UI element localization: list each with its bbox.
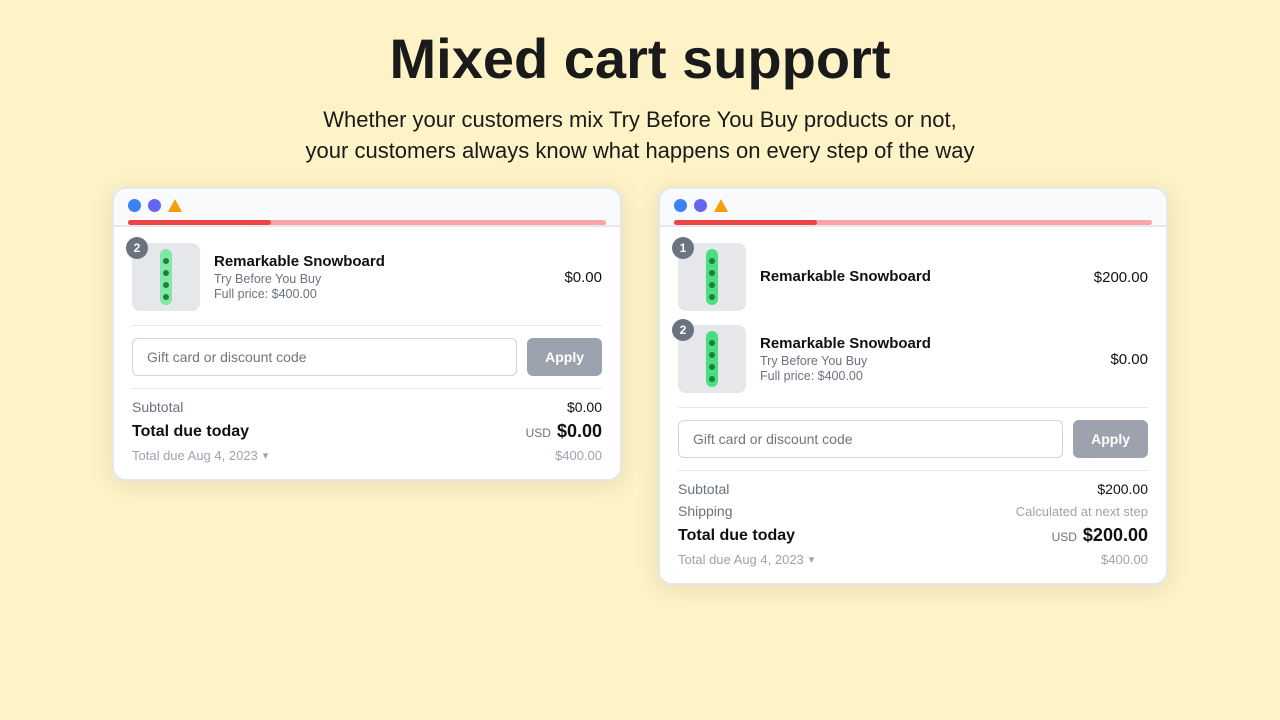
- subtotal-value-left: $0.00: [567, 399, 602, 415]
- titlebar-left: [114, 189, 620, 227]
- subtotal-label-left: Subtotal: [132, 399, 183, 415]
- discount-input-right[interactable]: [678, 420, 1063, 458]
- hero-subtitle: Whether your customers mix Try Before Yo…: [306, 104, 975, 168]
- divider-right-1: [678, 407, 1148, 408]
- subtotal-row-right: Subtotal $200.00: [678, 481, 1148, 497]
- product-price-right-1: $200.00: [1094, 269, 1148, 286]
- dot-triangle-right: [714, 199, 728, 212]
- future-due-label-left: Total due Aug 4, 2023 ▾: [132, 448, 268, 463]
- total-value-group-left: USD $0.00: [526, 421, 602, 442]
- subtotal-row-left: Subtotal $0.00: [132, 399, 602, 415]
- page-title: Mixed cart support: [306, 28, 975, 90]
- hero-section: Mixed cart support Whether your customer…: [226, 0, 1055, 187]
- cart-mockup-right: 1 Remarkable Snowboard $200.00: [658, 187, 1168, 585]
- chevron-down-icon-right: ▾: [809, 553, 815, 566]
- product-price-left: $0.00: [564, 269, 602, 286]
- progress-fill-left: [128, 220, 271, 225]
- product-item-right-1: 1 Remarkable Snowboard $200.00: [678, 243, 1148, 311]
- shipping-value-right: Calculated at next step: [1016, 504, 1148, 519]
- subtotal-label-right: Subtotal: [678, 481, 729, 497]
- total-row-left: Total due today USD $0.00: [132, 421, 602, 442]
- future-due-label-right: Total due Aug 4, 2023 ▾: [678, 552, 814, 567]
- mockups-row: 2 Remarkable Snowboard Try Before You Bu…: [0, 187, 1280, 585]
- dot-indigo-left: [148, 199, 161, 212]
- total-row-right: Total due today USD $200.00: [678, 525, 1148, 546]
- product-full-price-left: Full price: $400.00: [214, 287, 550, 301]
- window-dots-left: [128, 199, 606, 212]
- future-due-value-right: $400.00: [1101, 552, 1148, 567]
- product-item-right-2: 2 Remarkable Snowboard Try Before You Bu…: [678, 325, 1148, 393]
- cart-content-left: 2 Remarkable Snowboard Try Before You Bu…: [114, 227, 620, 479]
- product-image-wrap-left: 2: [132, 243, 200, 311]
- total-value-right: $200.00: [1083, 525, 1148, 546]
- snowboard-svg-right-1: [688, 247, 736, 307]
- discount-row-left[interactable]: Apply: [132, 338, 602, 376]
- total-label-right: Total due today: [678, 527, 795, 545]
- product-image-wrap-right-2: 2: [678, 325, 746, 393]
- product-image-wrap-right-1: 1: [678, 243, 746, 311]
- product-name-right-1: Remarkable Snowboard: [760, 268, 1080, 285]
- subtotal-value-right: $200.00: [1097, 481, 1148, 497]
- dot-blue-left: [128, 199, 141, 212]
- cart-mockup-left: 2 Remarkable Snowboard Try Before You Bu…: [112, 187, 622, 481]
- product-info-right-1: Remarkable Snowboard: [760, 268, 1080, 287]
- total-value-group-right: USD $200.00: [1052, 525, 1148, 546]
- product-info-left: Remarkable Snowboard Try Before You Buy …: [214, 253, 550, 301]
- chevron-down-icon-left: ▾: [263, 449, 269, 462]
- product-info-right-2: Remarkable Snowboard Try Before You Buy …: [760, 335, 1096, 383]
- snowboard-svg-right-2: [688, 329, 736, 389]
- total-currency-right: USD: [1052, 530, 1077, 544]
- discount-row-right[interactable]: Apply: [678, 420, 1148, 458]
- product-name-left: Remarkable Snowboard: [214, 253, 550, 270]
- divider-left-1: [132, 325, 602, 326]
- future-due-value-left: $400.00: [555, 448, 602, 463]
- titlebar-right: [660, 189, 1166, 227]
- apply-button-right[interactable]: Apply: [1073, 420, 1148, 458]
- divider-right-2: [678, 470, 1148, 471]
- product-tag-left: Try Before You Buy: [214, 272, 550, 286]
- snowboard-svg-left: [142, 247, 190, 307]
- apply-button-left[interactable]: Apply: [527, 338, 602, 376]
- dot-triangle-left: [168, 199, 182, 212]
- discount-input-left[interactable]: [132, 338, 517, 376]
- progress-bar-left: [128, 220, 606, 225]
- product-item-left: 2 Remarkable Snowboard Try Before You Bu…: [132, 243, 602, 311]
- dot-blue-right: [674, 199, 687, 212]
- total-label-left: Total due today: [132, 423, 249, 441]
- dot-indigo-right: [694, 199, 707, 212]
- progress-bar-right: [674, 220, 1152, 225]
- shipping-label-right: Shipping: [678, 503, 733, 519]
- shipping-row-right: Shipping Calculated at next step: [678, 503, 1148, 519]
- window-dots-right: [674, 199, 1152, 212]
- product-tag-right-2: Try Before You Buy: [760, 354, 1096, 368]
- product-name-right-2: Remarkable Snowboard: [760, 335, 1096, 352]
- future-due-row-right: Total due Aug 4, 2023 ▾ $400.00: [678, 552, 1148, 567]
- cart-content-right: 1 Remarkable Snowboard $200.00: [660, 227, 1166, 583]
- future-due-row-left: Total due Aug 4, 2023 ▾ $400.00: [132, 448, 602, 463]
- total-value-left: $0.00: [557, 421, 602, 442]
- progress-fill-right: [674, 220, 817, 225]
- product-full-price-right-2: Full price: $400.00: [760, 369, 1096, 383]
- product-price-right-2: $0.00: [1110, 351, 1148, 368]
- divider-left-2: [132, 388, 602, 389]
- total-currency-left: USD: [526, 426, 551, 440]
